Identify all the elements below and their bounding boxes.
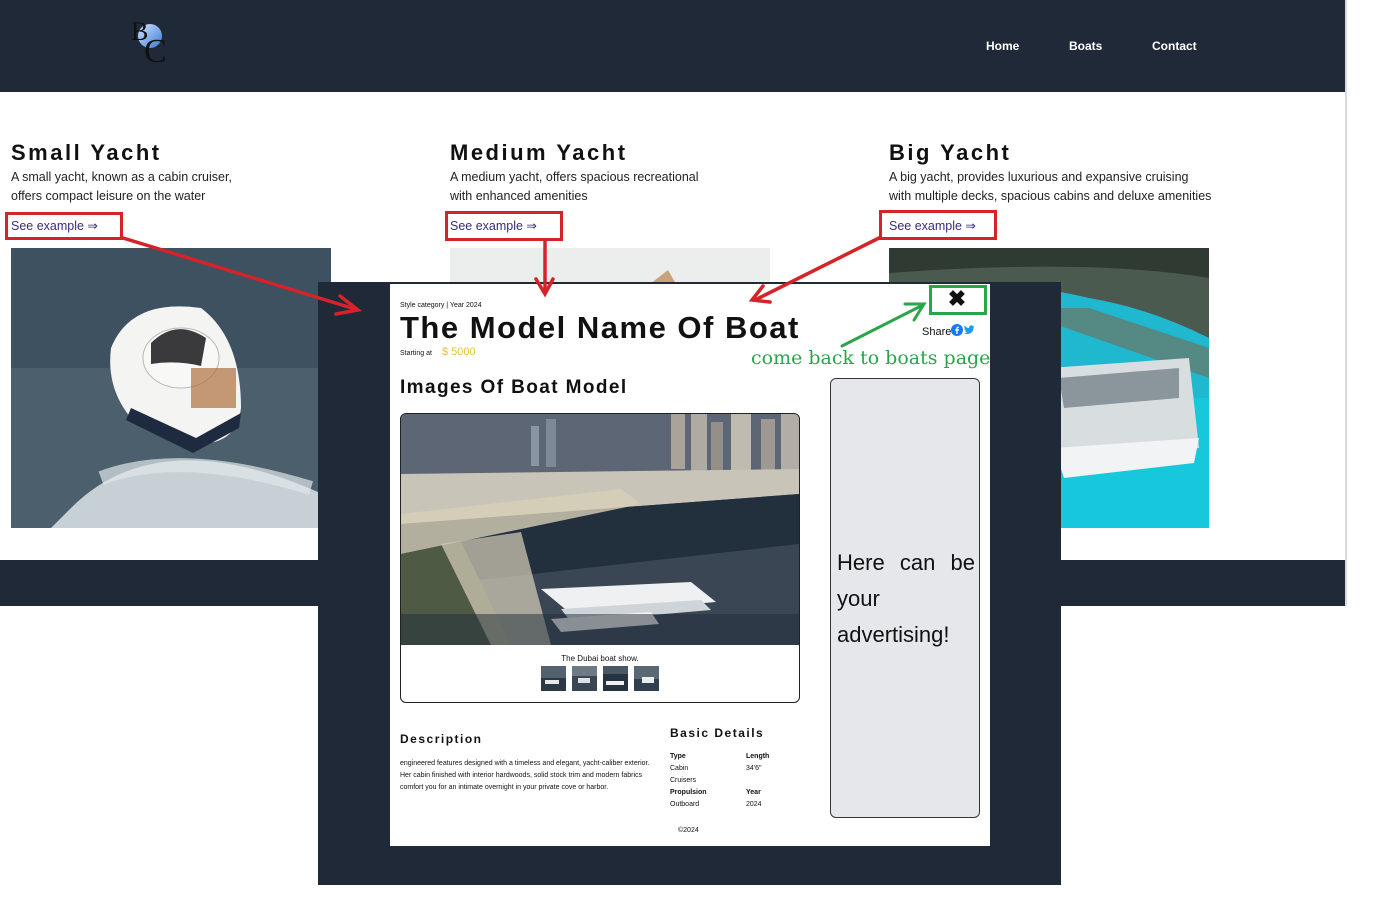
images-title: Images Of Boat Model [400, 377, 628, 398]
price: $ 5000 [442, 346, 476, 358]
card-small-yacht: Small Yacht A small yacht, known as a ca… [11, 140, 391, 206]
description-title: Description [400, 732, 483, 746]
card-big-yacht: Big Yacht A big yacht, provides luxuriou… [889, 140, 1289, 206]
card-title: Medium Yacht [450, 140, 628, 165]
gallery-thumbnail[interactable] [541, 666, 566, 691]
card-description: A medium yacht, offers spacious recreati… [450, 170, 699, 203]
detail-type: Type Cabin Cruisers [670, 753, 697, 784]
card-description: A small yacht, known as a cabin cruiser,… [11, 170, 232, 203]
description-text: engineered features designed with a time… [400, 760, 650, 791]
twitter-icon[interactable] [963, 324, 975, 336]
card-medium-yacht: Medium Yacht A medium yacht, offers spac… [450, 140, 830, 206]
scrollbar[interactable] [1345, 0, 1347, 606]
basic-details-title: Basic Details [670, 726, 765, 740]
advertising-box: Here can be your advertising! [830, 378, 980, 818]
gallery-thumbnail[interactable] [572, 666, 597, 691]
model-title: The Model Name Of Boat [400, 310, 800, 345]
card-description: A big yacht, provides luxurious and expa… [889, 170, 1212, 203]
annotation-green-box [929, 285, 987, 315]
site-logo[interactable]: B C [128, 14, 178, 68]
svg-text:C: C [144, 33, 167, 68]
annotation-red-box [445, 211, 563, 241]
nav-boats[interactable]: Boats [1069, 39, 1102, 53]
nav-home[interactable]: Home [986, 39, 1019, 53]
starting-label: Starting at [400, 350, 432, 357]
card-title: Small Yacht [11, 140, 162, 165]
annotation-note: come back to boats page [751, 347, 991, 369]
card-title: Big Yacht [889, 140, 1012, 165]
detail-year: Year 2024 [746, 789, 762, 808]
medium-yacht-image [450, 248, 770, 284]
detail-propulsion: Propulsion Outboard [670, 789, 707, 808]
annotation-red-box [879, 210, 997, 240]
share-label: Share [922, 326, 952, 338]
small-yacht-image [11, 248, 331, 528]
detail-length: Length 34'6" [746, 753, 770, 772]
gallery-thumbnail[interactable] [634, 666, 659, 691]
gallery-thumbnail[interactable] [603, 666, 628, 691]
copyright: ©2024 [678, 827, 699, 834]
image-caption: The Dubai boat show. [561, 654, 639, 663]
facebook-icon[interactable] [951, 324, 964, 336]
navbar: B C Home Boats Contact [0, 0, 1345, 92]
gallery-main-image[interactable] [401, 414, 799, 645]
nav-contact[interactable]: Contact [1152, 39, 1197, 53]
advertising-text: Here can be your advertising! [837, 550, 975, 647]
annotation-red-box [5, 212, 123, 240]
share-section: Share [922, 324, 975, 338]
style-year-meta: Style category | Year 2024 [400, 302, 482, 309]
image-gallery: The Dubai boat show. [400, 413, 800, 703]
